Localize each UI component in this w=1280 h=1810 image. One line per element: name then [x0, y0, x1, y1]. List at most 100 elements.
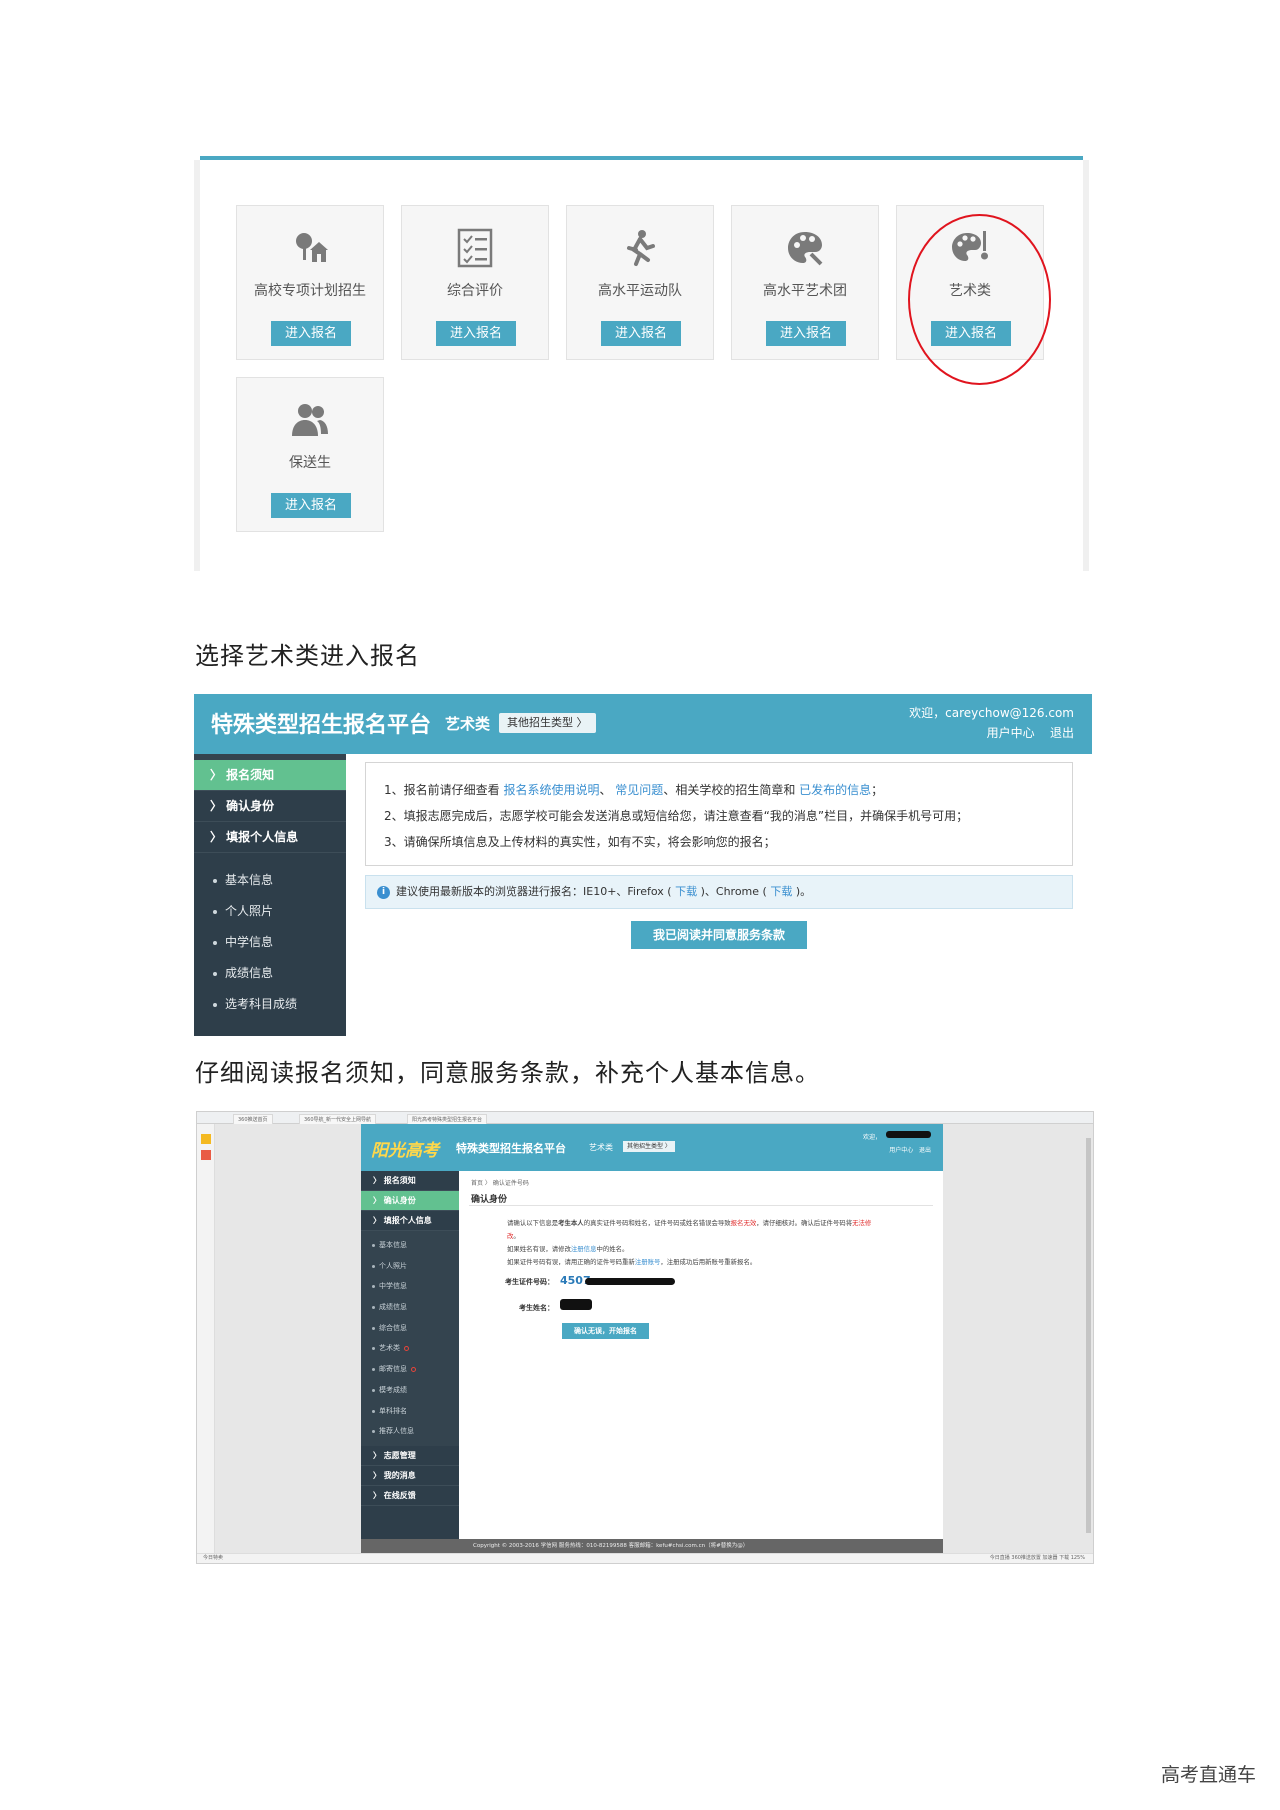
submenu-item[interactable]: 模考成绩: [361, 1380, 459, 1401]
browser-tip: i 建议使用最新版本的浏览器进行报名：IE10+、Firefox ( 下载 )、…: [365, 875, 1073, 909]
browser-tab[interactable]: 360导航_新一代安全上网导航: [299, 1114, 377, 1124]
menu-messages[interactable]: 〉 我的消息: [361, 1466, 459, 1486]
enter-signup-button[interactable]: 进入报名: [271, 493, 351, 518]
faq-link[interactable]: 常见问题: [615, 783, 663, 797]
watermark: 高考直通车: [1160, 1764, 1256, 1786]
current-category: 艺术类: [589, 1143, 613, 1152]
guide-link[interactable]: 报名系统使用说明: [503, 783, 599, 797]
notice-box: 1、报名前请仔细查看 报名系统使用说明、 常见问题、相关学校的招生简章和 已发布…: [365, 762, 1073, 866]
sidebar: 〉 报名须知 〉 确认身份 〉 填报个人信息 基本信息 个人照片 中学信息 成绩…: [361, 1171, 459, 1539]
welcome-text: 欢迎，: [862, 1134, 881, 1141]
checklist-icon: [455, 228, 495, 268]
menu-confirm-identity[interactable]: 〉 确认身份: [361, 1191, 459, 1211]
menu-fill-info[interactable]: 〉 填报个人信息: [194, 822, 346, 853]
platform-brand: 特殊类型招生报名平台: [211, 713, 432, 738]
app-icon[interactable]: [201, 1150, 211, 1160]
caption-select-art: 选择艺术类进入报名: [195, 642, 420, 670]
menu-feedback[interactable]: 〉 在线反馈: [361, 1486, 459, 1506]
required-dot-icon: [404, 1345, 409, 1351]
menu-notice[interactable]: 〉 报名须知: [194, 760, 346, 791]
breadcrumb: 首页 〉 确认证件号码: [471, 1180, 529, 1187]
menu-volunteer[interactable]: 〉 志愿管理: [361, 1446, 459, 1466]
card-title: 保送生: [289, 455, 331, 471]
submenu-basic-info[interactable]: 基本信息: [194, 865, 346, 896]
divider: [469, 1205, 933, 1206]
browser-side-bar: [197, 1124, 215, 1553]
signup-page: 阳光高考 特殊类型招生报名平台 艺术类 其他招生类型 〉 欢迎， 用户中心 退出…: [361, 1124, 943, 1553]
enter-signup-button[interactable]: 进入报名: [766, 321, 846, 346]
panel-right-edge: [1083, 160, 1089, 571]
status-left: 今日特卖: [203, 1555, 224, 1561]
page-title: 确认身份: [471, 1195, 508, 1205]
card-title: 综合评价: [447, 283, 503, 299]
card-title: 高水平运动队: [598, 283, 682, 299]
firefox-download-link[interactable]: 下载: [675, 885, 697, 898]
submenu-item[interactable]: 中学信息: [361, 1276, 459, 1297]
register-account-link[interactable]: 注册账号: [635, 1258, 661, 1266]
submenu-list: 基本信息 个人照片 中学信息 成绩信息 综合信息 艺术类 邮寄信息 模考成绩 单…: [361, 1231, 459, 1446]
submenu-item[interactable]: 艺术类: [361, 1338, 459, 1359]
browser-screenshot: 360推送首页 360导航_新一代安全上网导航 阳光高考特殊类型招生报名平台 阳…: [196, 1111, 1094, 1564]
other-types-button[interactable]: 其他招生类型 〉: [499, 713, 596, 733]
highlight-circle: [908, 214, 1051, 385]
name-label: 考生姓名：: [519, 1304, 554, 1312]
agree-terms-button[interactable]: 我已阅读并同意服务条款: [631, 921, 807, 949]
page-footer: Copyright © 2003-2016 学信网 服务热线：010-82199…: [361, 1539, 943, 1553]
platform-notice-screenshot: 特殊类型招生报名平台 艺术类 其他招生类型 〉 欢迎，careychow@126…: [194, 694, 1092, 1036]
platform-header: 特殊类型招生报名平台 艺术类 其他招生类型 〉 欢迎，careychow@126…: [194, 694, 1092, 754]
logout-link[interactable]: 退出: [919, 1147, 931, 1154]
card-title: 高水平艺术团: [763, 283, 847, 299]
current-category: 艺术类: [445, 715, 491, 733]
enter-signup-button[interactable]: 进入报名: [601, 321, 681, 346]
other-types-button[interactable]: 其他招生类型 〉: [623, 1141, 675, 1152]
scrollbar[interactable]: [1086, 1138, 1091, 1533]
submenu-item[interactable]: 成绩信息: [361, 1297, 459, 1318]
menu-fill-info[interactable]: 〉 填报个人信息: [361, 1211, 459, 1231]
school-tree-icon: [290, 228, 330, 268]
browser-tab[interactable]: 阳光高考特殊类型招生报名平台: [407, 1114, 488, 1124]
submenu-item[interactable]: 综合信息: [361, 1318, 459, 1339]
runner-icon: [620, 228, 660, 268]
registration-info-link[interactable]: 注册信息: [571, 1245, 597, 1253]
status-right: 今日直播 360推送放置 加速器 下载 125%: [989, 1555, 1085, 1561]
user-links: 用户中心 退出: [889, 1145, 931, 1154]
browser-status-bar: 今日特卖 今日直播 360推送放置 加速器 下载 125%: [197, 1553, 1093, 1563]
panel-top-border: [200, 156, 1083, 160]
user-center-link[interactable]: 用户中心: [889, 1147, 913, 1154]
submenu-item[interactable]: 基本信息: [361, 1235, 459, 1256]
submenu-item[interactable]: 单科排名: [361, 1401, 459, 1422]
submenu-photo[interactable]: 个人照片: [194, 896, 346, 927]
chrome-download-link[interactable]: 下载: [770, 885, 792, 898]
submenu-item[interactable]: 推荐人信息: [361, 1421, 459, 1442]
submenu-item[interactable]: 邮寄信息: [361, 1359, 459, 1380]
required-dot-icon: [411, 1366, 416, 1372]
confirm-start-button[interactable]: 确认无误，开始报名: [562, 1323, 649, 1339]
published-info-link[interactable]: 已发布的信息: [799, 783, 871, 797]
card-comprehensive-eval: 综合评价 进入报名: [401, 205, 549, 360]
notice-line-1: 1、报名前请仔细查看 报名系统使用说明、 常见问题、相关学校的招生简章和 已发布…: [384, 783, 884, 797]
favorites-icon[interactable]: [201, 1134, 211, 1144]
submenu-elective-scores[interactable]: 选考科目成绩: [194, 989, 346, 1020]
notice-line-2: 2、填报志愿完成后，志愿学校可能会发送消息或短信给您，请注意查看“我的消息”栏目…: [384, 809, 969, 823]
submenu-item[interactable]: 个人照片: [361, 1256, 459, 1277]
menu-notice[interactable]: 〉 报名须知: [361, 1171, 459, 1191]
enter-signup-button[interactable]: 进入报名: [436, 321, 516, 346]
user-center-link[interactable]: 用户中心: [987, 726, 1035, 740]
browser-tab[interactable]: 360推送首页: [233, 1114, 273, 1124]
card-art-troupe: 高水平艺术团 进入报名: [731, 205, 879, 360]
sidebar: 〉 报名须知 〉 确认身份 〉 填报个人信息 基本信息 个人照片 中学信息 成绩…: [194, 754, 346, 1036]
caption-read-notice: 仔细阅读报名须知，同意服务条款，补充个人基本信息。: [195, 1059, 820, 1087]
redacted-name: [560, 1299, 592, 1310]
people-icon: [290, 400, 330, 440]
panel-left-edge: [194, 160, 200, 571]
card-recommended: 保送生 进入报名: [236, 377, 384, 532]
id-label: 考生证件号码：: [505, 1278, 554, 1286]
enter-signup-button[interactable]: 进入报名: [271, 321, 351, 346]
redacted-email: [886, 1131, 931, 1138]
submenu-scores[interactable]: 成绩信息: [194, 958, 346, 989]
menu-confirm-identity[interactable]: 〉 确认身份: [194, 791, 346, 822]
logout-link[interactable]: 退出: [1050, 726, 1074, 740]
info-icon: i: [377, 886, 390, 899]
submenu-school-info[interactable]: 中学信息: [194, 927, 346, 958]
platform-brand: 特殊类型招生报名平台: [456, 1142, 566, 1155]
